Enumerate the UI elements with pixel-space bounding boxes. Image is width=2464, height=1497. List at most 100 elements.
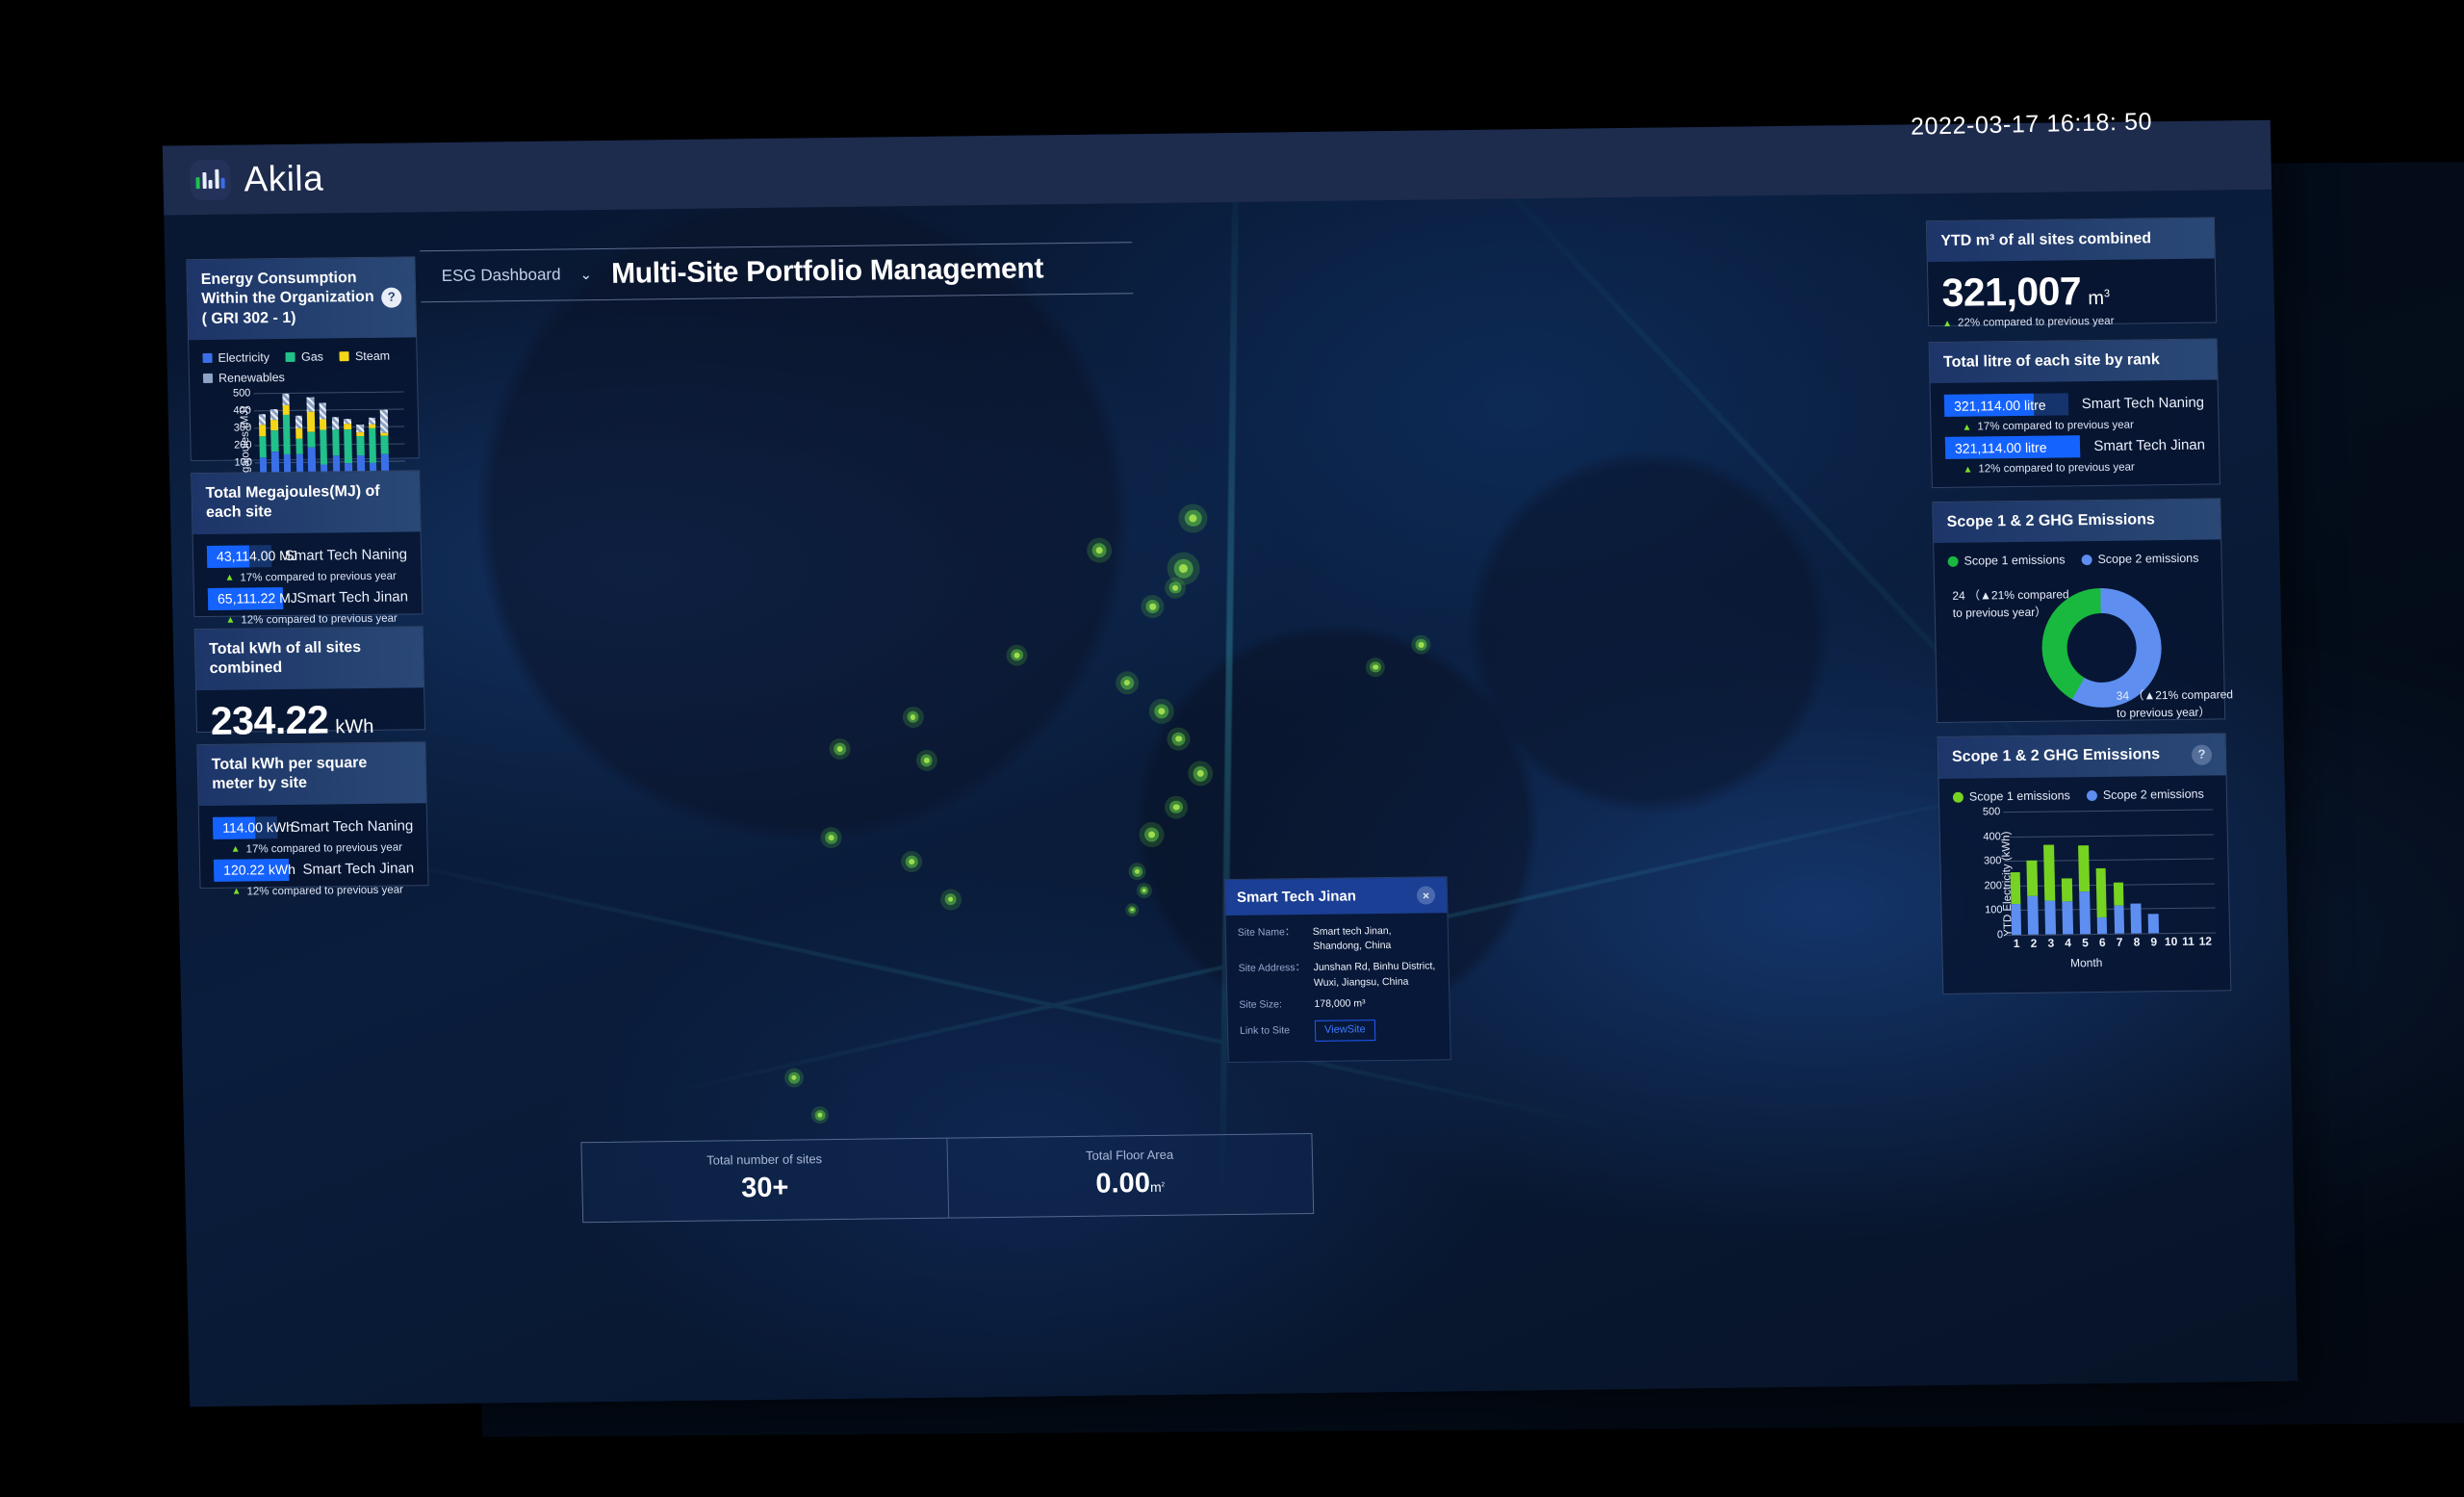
legend-item[interactable]: Renewables: [202, 371, 285, 385]
rank-row[interactable]: 120.22 kWh Smart Tech Jinan ▲ 12% compared …: [213, 857, 415, 898]
bar-column[interactable]: [2040, 844, 2060, 935]
x-tick-label: 10: [2164, 934, 2178, 949]
delta-text: 17% compared to previous year: [240, 570, 397, 584]
bar-column[interactable]: [378, 410, 392, 479]
x-tick-label: 1: [2013, 936, 2020, 951]
card-title: Scope 1 & 2 GHG Emissions: [1946, 511, 2155, 530]
x-tick-label: 8: [2133, 935, 2141, 949]
legend-swatch-icon: [202, 353, 213, 364]
bar-column[interactable]: [2007, 871, 2025, 936]
popup-header: Smart Tech Jinan ×: [1224, 877, 1448, 916]
site-info-popup[interactable]: Smart Tech Jinan × Site Name： Smart tech …: [1223, 876, 1451, 1064]
chevron-down-icon[interactable]: ⌄: [579, 266, 592, 283]
rank-bar-fill: 114.00 kWh: [212, 816, 294, 839]
bar-segment: [2077, 844, 2090, 892]
bar-column[interactable]: [2023, 861, 2041, 935]
card-title: Total litre of each site by rank: [1942, 351, 2160, 371]
litre-rank-card: Total litre of each site by rank 321,114…: [1928, 338, 2220, 489]
stat-label: Total number of sites: [706, 1151, 823, 1168]
legend-label: Scope 2 emissions: [2102, 787, 2204, 802]
chart-bars: [255, 392, 403, 480]
up-arrow-icon: ▲: [230, 844, 241, 856]
dashboard-window: Akila ESG Dashboard ⌄ Multi-Site Portfol…: [162, 119, 2298, 1407]
card-header: Scope 1 & 2 GHG Emissions ?: [1938, 734, 2226, 780]
rank-bar-fill: 321,114.00 litre: [1943, 394, 2046, 418]
help-icon[interactable]: ?: [381, 287, 402, 308]
bar-column[interactable]: [317, 402, 330, 479]
card-header: Total Megajoules(MJ) of each site: [192, 471, 421, 535]
bar-column[interactable]: [2074, 844, 2093, 935]
stat-value: 30+: [740, 1172, 789, 1204]
rank-bar-track: 321,114.00 litre: [1943, 393, 2069, 418]
ghg-donut-card: Scope 1 & 2 GHG Emissions Scope 1 emissi…: [1932, 498, 2233, 724]
kwh-value: 234.22 kWh: [210, 697, 411, 742]
card-body: 321,114.00 litre Smart Tech Naning ▲ 17% co…: [1931, 380, 2220, 492]
rank-bar-fill: 321,114.00 litre: [1944, 435, 2081, 460]
rank-row[interactable]: 43,114.00 MJ Smart Tech Naning ▲ 17% compar…: [206, 543, 408, 584]
bar-column[interactable]: [2144, 913, 2162, 934]
legend-item[interactable]: Scope 1 emissions: [1947, 553, 2066, 569]
popup-row: Site Size: 178,000 m³: [1239, 995, 1437, 1013]
rank-row[interactable]: 321,114.00 litre Smart Tech Naning ▲ 17% co…: [1943, 392, 2205, 433]
popup-row-value: 178,000 m³: [1314, 997, 1366, 1010]
bar-segment: [2010, 871, 2021, 905]
akila-logo-icon[interactable]: [190, 159, 231, 201]
bar-segment: [2079, 891, 2091, 935]
bar-segment: [295, 427, 303, 439]
marker-core: [1095, 547, 1103, 555]
stat-value: 0.00m2: [1095, 1168, 1166, 1200]
view-site-button[interactable]: ViewSite: [1314, 1020, 1375, 1042]
bar-column[interactable]: [280, 393, 295, 480]
legend-item[interactable]: Scope 1 emissions: [1952, 788, 2070, 804]
dashboard-selector[interactable]: ESG Dashboard: [442, 265, 561, 286]
popup-link-row: Link to Site ViewSite: [1240, 1019, 1438, 1042]
ytd-delta: ▲ 22% compared to previous year: [1942, 315, 2202, 329]
rank-site-name: Smart Tech Naning: [290, 817, 414, 836]
bar-column[interactable]: [2092, 867, 2111, 934]
legend-label: Scope 1 emissions: [1964, 553, 2066, 569]
rank-row[interactable]: 114.00 kWh Smart Tech Naning ▲ 17% compared…: [212, 814, 414, 856]
bar-segment: [2147, 913, 2159, 934]
ghg-chart: YTD Electricity (kWh) 0 100 200 300 400 500 1 2…: [1953, 806, 2217, 957]
bar-segment: [2044, 900, 2056, 935]
bar-column[interactable]: [2058, 877, 2076, 935]
marker-core: [910, 713, 916, 720]
legend-label: Steam: [354, 349, 391, 364]
bar-segment: [380, 410, 389, 433]
bar-segment: [295, 438, 303, 454]
bar-segment: [282, 393, 291, 405]
legend-item[interactable]: Scope 2 emissions: [2086, 787, 2204, 802]
rank-delta: ▲ 12% compared to previous year: [1963, 461, 2205, 476]
card-title: Total Megajoules(MJ) of each site: [205, 482, 380, 522]
timestamp: 2022-03-17 16:18: 50: [1910, 108, 2153, 141]
bar-segment: [2010, 903, 2022, 936]
card-header: Total litre of each site by rank: [1929, 339, 2218, 384]
rank-row[interactable]: 321,114.00 litre Smart Tech Jinan ▲ 12% com…: [1944, 434, 2206, 476]
x-tick-label: 12: [2198, 934, 2213, 948]
rank-site-name: Smart Tech Jinan: [302, 860, 415, 878]
bar-segment: [295, 415, 303, 429]
stat-total-floor-area: Total Floor Area 0.00m2: [945, 1133, 1314, 1218]
bar-column[interactable]: [2110, 882, 2128, 934]
legend-item[interactable]: Electricity: [202, 351, 270, 366]
legend-swatch-icon: [339, 351, 350, 362]
bar-segment: [2061, 877, 2073, 902]
legend-item[interactable]: Gas: [285, 350, 323, 364]
rank-bar-fill: 120.22 kWh: [213, 858, 295, 882]
bar-segment: [258, 435, 267, 458]
card-header: YTD m³ of all sites combined: [1926, 218, 2215, 263]
close-icon[interactable]: ×: [1416, 886, 1436, 905]
rank-row[interactable]: 65,111.22 MJ Smart Tech Jinan ▲ 12% compare…: [207, 585, 409, 627]
help-icon[interactable]: ?: [2191, 744, 2213, 765]
marker-core: [836, 746, 843, 753]
legend-item[interactable]: Steam: [339, 349, 391, 364]
x-axis-title: Month: [2069, 955, 2103, 970]
bar-segment: [307, 411, 316, 432]
card-title: Scope 1 & 2 GHG Emissions: [1951, 746, 2161, 766]
legend-item[interactable]: Scope 2 emissions: [2081, 552, 2199, 566]
bar-segment: [331, 429, 340, 456]
stat-label: Total Floor Area: [1085, 1147, 1174, 1163]
up-arrow-icon: ▲: [224, 573, 235, 584]
marker-core: [1172, 584, 1179, 591]
bar-column[interactable]: [2127, 903, 2144, 934]
